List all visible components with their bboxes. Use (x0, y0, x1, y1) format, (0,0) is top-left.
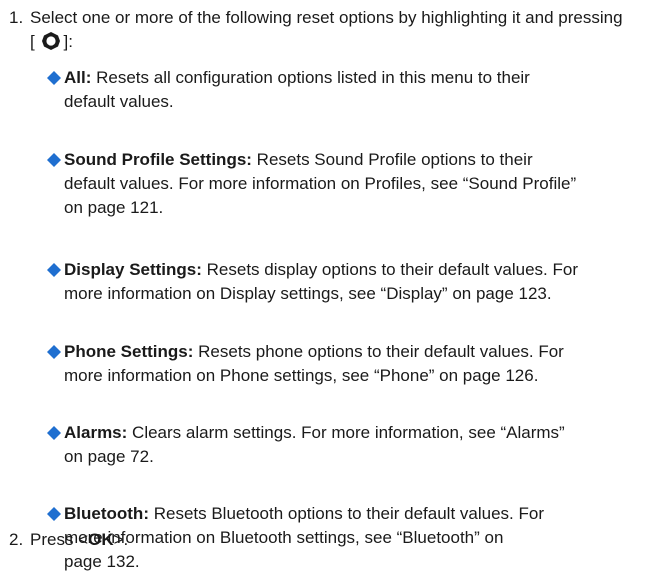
diamond-bullet-icon (47, 66, 63, 90)
option-desc-line3: page 132. (64, 552, 140, 571)
manual-page: 1. Select one or more of the following r… (0, 0, 654, 571)
option-label: Display Settings: (64, 260, 202, 279)
step-text-before: Press < (30, 530, 89, 549)
navigation-key-icon (41, 31, 61, 51)
diamond-bullet-icon (47, 258, 63, 282)
option-desc-line1: Resets Bluetooth options to their defaul… (148, 504, 544, 523)
step-number: 1. (9, 8, 24, 27)
option-label: Phone Settings: (64, 342, 194, 361)
step-instruction: Press <OK>. (30, 528, 630, 552)
option-desc-line2: default values. (64, 92, 174, 111)
option-label: All: (64, 68, 92, 87)
diamond-bullet-icon (47, 421, 63, 445)
step-text-after: ]: (63, 32, 73, 51)
option-desc-line2: on page 72. (64, 447, 154, 466)
option-label: Sound Profile Settings: (64, 150, 252, 169)
diamond-bullet-icon (47, 148, 63, 172)
option-desc-line2: default values. For more information on … (64, 174, 577, 193)
option-label: Bluetooth: (64, 504, 149, 523)
ok-key-label: OK (88, 530, 114, 549)
option-desc-line2: more information on Phone settings, see … (64, 366, 539, 385)
step-text-after: >. (113, 530, 129, 549)
diamond-bullet-icon (47, 340, 63, 364)
diamond-bullet-icon (47, 502, 63, 526)
step-text-before: Select one or more of the following rese… (30, 8, 623, 51)
option-desc-line2: more information on Display settings, se… (64, 284, 552, 303)
option-desc-line1: Resets Sound Profile options to their (251, 150, 533, 169)
step-instruction: Select one or more of the following rese… (30, 6, 630, 54)
option-desc-line1: Resets display options to their default … (201, 260, 579, 279)
option-desc-line1: Resets phone options to their default va… (193, 342, 564, 361)
option-desc-line3: on page 121. (64, 198, 164, 217)
option-desc-line1: Resets all configuration options listed … (91, 68, 530, 87)
option-desc-line1: Clears alarm settings. For more informat… (127, 423, 565, 442)
option-label: Alarms: (64, 423, 128, 442)
step-number: 2. (9, 530, 24, 549)
